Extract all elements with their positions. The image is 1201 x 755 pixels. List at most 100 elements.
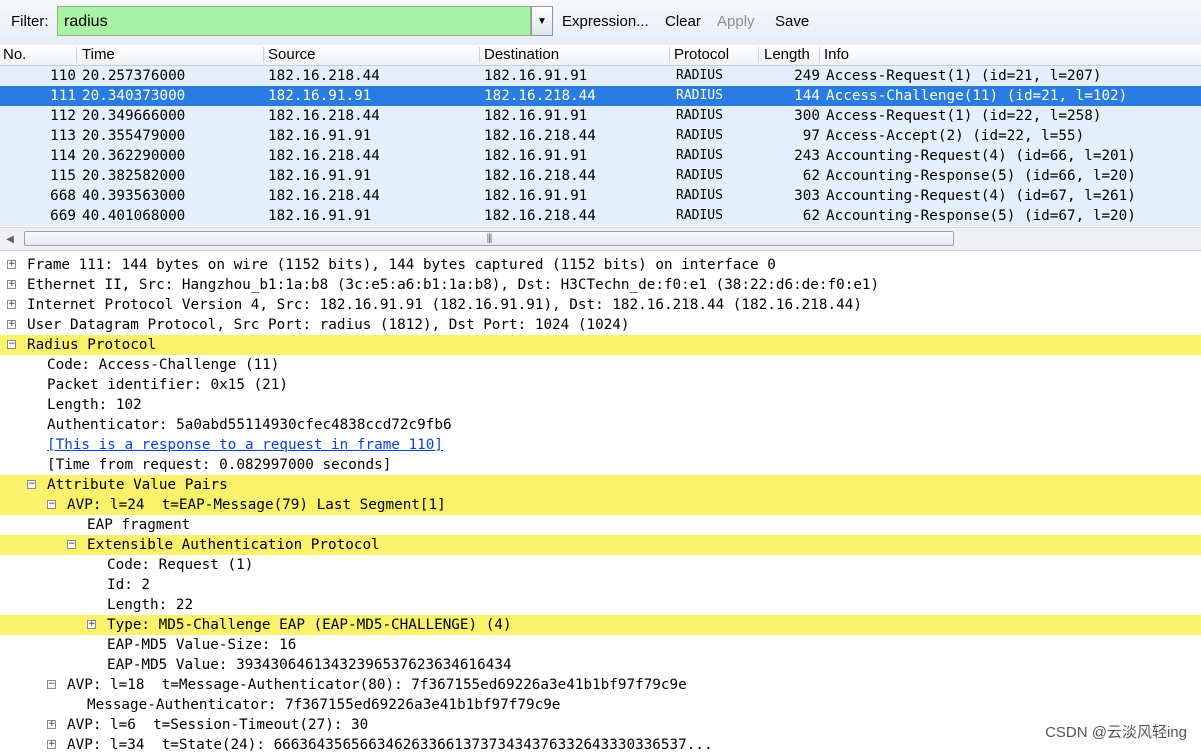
packet-protocol: RADIUS: [676, 108, 723, 123]
packet-destination: 182.16.91.91: [484, 108, 588, 124]
grip-icon: |||: [486, 233, 493, 244]
detail-row[interactable]: [This is a response to a request in fram…: [0, 435, 1201, 455]
packet-source: 182.16.218.44: [268, 188, 380, 204]
detail-row[interactable]: + AVP: l=6 t=Session-Timeout(27): 30: [0, 715, 1201, 735]
packet-row-selected[interactable]: 111 20.340373000 182.16.91.91 182.16.218…: [0, 86, 1201, 106]
packet-no: 114: [50, 148, 76, 164]
detail-row[interactable]: Packet identifier: 0x15 (21): [0, 375, 1201, 395]
detail-text: AVP: l=24 t=EAP-Message(79) Last Segment…: [67, 497, 446, 513]
packet-row[interactable]: 112 20.349666000 182.16.218.44 182.16.91…: [0, 106, 1201, 126]
packet-no: 112: [50, 108, 76, 124]
scrollbar-thumb[interactable]: |||: [24, 231, 954, 246]
detail-row[interactable]: Code: Access-Challenge (11): [0, 355, 1201, 375]
save-button[interactable]: Save: [775, 13, 809, 30]
packet-source: 182.16.91.91: [268, 208, 372, 224]
apply-button[interactable]: Apply: [717, 13, 755, 30]
packet-info: Accounting-Response(5) (id=67, l=20): [826, 208, 1136, 224]
detail-row[interactable]: Id: 2: [0, 575, 1201, 595]
filter-input[interactable]: radius: [57, 6, 531, 36]
filter-label: Filter:: [11, 13, 49, 30]
collapse-icon[interactable]: −: [7, 340, 16, 349]
detail-row[interactable]: Code: Request (1): [0, 555, 1201, 575]
detail-text: Code: Request (1): [107, 557, 254, 573]
chevron-down-icon: ▼: [537, 15, 547, 27]
packet-info: Accounting-Response(5) (id=66, l=20): [826, 168, 1136, 184]
detail-row[interactable]: Message-Authenticator: 7f367155ed69226a3…: [0, 695, 1201, 715]
packet-length: 300: [794, 108, 820, 124]
detail-text: Type: MD5-Challenge EAP (EAP-MD5-CHALLEN…: [107, 617, 512, 633]
detail-text: Ethernet II, Src: Hangzhou_b1:1a:b8 (3c:…: [27, 277, 880, 293]
detail-row[interactable]: + Ethernet II, Src: Hangzhou_b1:1a:b8 (3c…: [0, 275, 1201, 295]
horizontal-scrollbar[interactable]: ◀ |||: [0, 227, 1201, 251]
collapse-icon[interactable]: −: [67, 540, 76, 549]
detail-text: EAP-MD5 Value-Size: 16: [107, 637, 297, 653]
column-header-time[interactable]: Time: [82, 46, 115, 63]
clear-button[interactable]: Clear: [665, 13, 701, 30]
collapse-icon[interactable]: −: [27, 480, 36, 489]
packet-length: 303: [794, 188, 820, 204]
packet-row[interactable]: 110 20.257376000 182.16.218.44 182.16.91…: [0, 66, 1201, 86]
filter-dropdown-button[interactable]: ▼: [531, 6, 553, 36]
column-header-no[interactable]: No.: [3, 46, 26, 63]
detail-row[interactable]: EAP-MD5 Value: 3934306461343239653762363…: [0, 655, 1201, 675]
packet-row[interactable]: 669 40.401068000 182.16.91.91 182.16.218…: [0, 206, 1201, 226]
frame-link[interactable]: [This is a response to a request in fram…: [47, 435, 443, 455]
detail-text: AVP: l=34 t=State(24): 66636435656634626…: [67, 737, 713, 753]
arrow-left-icon[interactable]: ◀: [2, 231, 18, 247]
expand-icon[interactable]: +: [87, 620, 96, 629]
expand-icon[interactable]: +: [7, 320, 16, 329]
column-header-protocol[interactable]: Protocol: [674, 46, 729, 63]
expand-icon[interactable]: +: [47, 740, 56, 749]
detail-row[interactable]: + Internet Protocol Version 4, Src: 182.1…: [0, 295, 1201, 315]
packet-row[interactable]: 114 20.362290000 182.16.218.44 182.16.91…: [0, 146, 1201, 166]
packet-row[interactable]: 115 20.382582000 182.16.91.91 182.16.218…: [0, 166, 1201, 186]
detail-row[interactable]: Length: 102: [0, 395, 1201, 415]
detail-text: [Time from request: 0.082997000 seconds]: [47, 457, 392, 473]
detail-text: Extensible Authentication Protocol: [87, 537, 380, 553]
detail-row[interactable]: + User Datagram Protocol, Src Port: radiu…: [0, 315, 1201, 335]
detail-text: Radius Protocol: [27, 337, 157, 353]
detail-row[interactable]: + Frame 111: 144 bytes on wire (1152 bits…: [0, 255, 1201, 275]
detail-text: Frame 111: 144 bytes on wire (1152 bits)…: [27, 257, 776, 273]
detail-row[interactable]: − Extensible Authentication Protocol: [0, 535, 1201, 555]
packet-destination: 182.16.91.91: [484, 148, 588, 164]
packet-time: 20.349666000: [82, 108, 186, 124]
column-header-destination[interactable]: Destination: [484, 46, 559, 63]
packet-info: Access-Challenge(11) (id=21, l=102): [826, 88, 1128, 104]
detail-row[interactable]: − AVP: l=24 t=EAP-Message(79) Last Segmen…: [0, 495, 1201, 515]
detail-text: Attribute Value Pairs: [47, 477, 228, 493]
packet-no: 115: [50, 168, 76, 184]
detail-text: AVP: l=18 t=Message-Authenticator(80): 7…: [67, 677, 687, 693]
packet-source: 182.16.91.91: [268, 168, 372, 184]
packet-protocol: RADIUS: [676, 88, 723, 103]
collapse-icon[interactable]: −: [47, 680, 56, 689]
detail-row[interactable]: + Type: MD5-Challenge EAP (EAP-MD5-CHALLE…: [0, 615, 1201, 635]
detail-row[interactable]: + AVP: l=34 t=State(24): 6663643565663462…: [0, 735, 1201, 755]
expand-icon[interactable]: +: [7, 300, 16, 309]
detail-row[interactable]: EAP fragment: [0, 515, 1201, 535]
packet-destination: 182.16.218.44: [484, 208, 596, 224]
packet-row[interactable]: 668 40.393563000 182.16.218.44 182.16.91…: [0, 186, 1201, 206]
detail-text: Length: 22: [107, 597, 194, 613]
collapse-icon[interactable]: −: [47, 500, 56, 509]
detail-row[interactable]: − Attribute Value Pairs: [0, 475, 1201, 495]
packet-details-tree: + Frame 111: 144 bytes on wire (1152 bits…: [0, 255, 1201, 755]
expand-icon[interactable]: +: [7, 260, 16, 269]
packet-time: 20.340373000: [82, 88, 186, 104]
detail-text: EAP fragment: [87, 517, 191, 533]
detail-row[interactable]: − Radius Protocol: [0, 335, 1201, 355]
detail-row[interactable]: [Time from request: 0.082997000 seconds]: [0, 455, 1201, 475]
column-header-length[interactable]: Length: [764, 46, 810, 63]
expression-button[interactable]: Expression...: [562, 13, 649, 30]
expand-icon[interactable]: +: [7, 280, 16, 289]
column-header-source[interactable]: Source: [268, 46, 316, 63]
detail-text: Internet Protocol Version 4, Src: 182.16…: [27, 297, 862, 313]
expand-icon[interactable]: +: [47, 720, 56, 729]
detail-row[interactable]: EAP-MD5 Value-Size: 16: [0, 635, 1201, 655]
packet-length: 62: [802, 208, 820, 224]
detail-row[interactable]: − AVP: l=18 t=Message-Authenticator(80): …: [0, 675, 1201, 695]
detail-row[interactable]: Length: 22: [0, 595, 1201, 615]
column-header-info[interactable]: Info: [824, 46, 849, 63]
detail-row[interactable]: Authenticator: 5a0abd55114930cfec4838ccd…: [0, 415, 1201, 435]
packet-row[interactable]: 113 20.355479000 182.16.91.91 182.16.218…: [0, 126, 1201, 146]
